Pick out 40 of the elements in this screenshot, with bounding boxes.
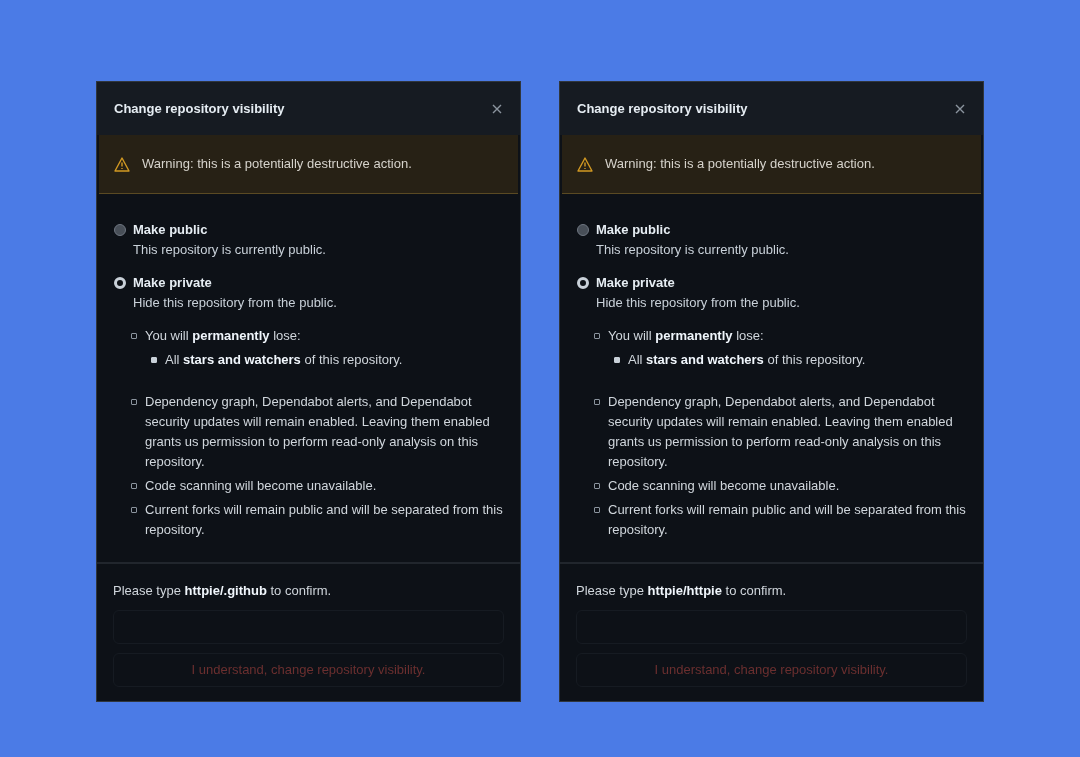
option-label: Make public — [596, 221, 672, 239]
close-icon — [492, 103, 502, 114]
dialog-title: Change repository visibility — [577, 99, 748, 118]
option-label: Make private — [596, 274, 676, 292]
warning-text: Warning: this is a potentially destructive action. — [605, 155, 875, 173]
bullet-icon — [594, 399, 600, 405]
warning-icon — [577, 156, 593, 172]
option-label: Make public — [133, 221, 209, 239]
bullet-icon — [594, 483, 600, 489]
warning-icon — [114, 156, 130, 172]
bullet-icon — [151, 357, 157, 363]
bullet-icon — [131, 483, 137, 489]
consequence-text: Current forks will remain public and will be separated from this repository. — [608, 501, 966, 539]
radio-button[interactable] — [114, 224, 126, 236]
option-description: Hide this repository from the public. — [596, 294, 800, 312]
bullet-icon — [131, 507, 137, 513]
consequence-text: All stars and watchers of this repository. — [628, 351, 866, 369]
consequence-text: Code scanning will become unavailable. — [608, 477, 840, 495]
bullet-icon — [614, 357, 620, 363]
dialog-title: Change repository visibility — [114, 99, 285, 118]
option-label: Make private — [133, 274, 213, 292]
bullet-icon — [131, 399, 137, 405]
bullet-icon — [594, 507, 600, 513]
confirm-prompt: Please type httpie/.github to confirm. — [113, 582, 333, 600]
consequence-text: Code scanning will become unavailable. — [145, 477, 377, 495]
option-description: This repository is currently public. — [133, 241, 326, 259]
consequence-text: All stars and watchers of this repository. — [165, 351, 403, 369]
confirm-prompt: Please type httpie/httpie to confirm. — [576, 582, 788, 600]
consequence-text: You will permanently lose: — [145, 327, 302, 345]
option-description: Hide this repository from the public. — [133, 294, 337, 312]
warning-text: Warning: this is a potentially destructive action. — [142, 155, 412, 173]
consequence-text: You will permanently lose: — [608, 327, 765, 345]
consequence-text: Dependency graph, Dependabot alerts, and Dependabot security updates will remain enabled. Leaving them enabled grants us permission to perform read-only analysis on this repository. — [145, 393, 491, 471]
consequence-text: Current forks will remain public and will be separated from this repository. — [145, 501, 503, 539]
bullet-icon — [131, 333, 137, 339]
option-description: This repository is currently public. — [596, 241, 789, 259]
radio-button[interactable] — [577, 224, 589, 236]
consequence-text: Dependency graph, Dependabot alerts, and Dependabot security updates will remain enabled. Leaving them enabled grants us permission to perform read-only analysis on this repository. — [608, 393, 954, 471]
bullet-icon — [594, 333, 600, 339]
close-icon — [955, 103, 965, 114]
